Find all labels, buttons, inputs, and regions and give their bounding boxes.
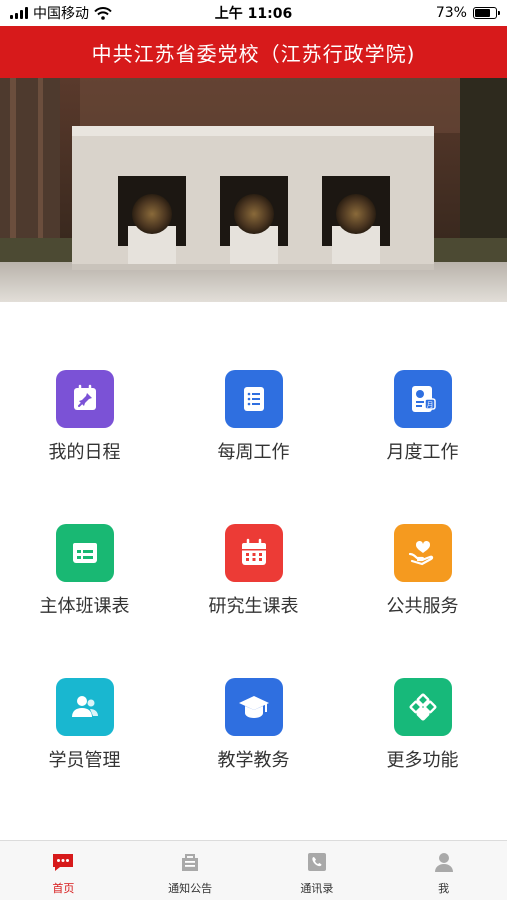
weekly-list-icon — [224, 370, 283, 428]
phone-book-icon — [307, 853, 326, 871]
app-header: 中共江苏省委党校（江苏行政学院) — [0, 26, 507, 78]
wifi-icon — [94, 6, 112, 20]
users-icon — [55, 678, 114, 736]
notice-icon — [182, 854, 199, 871]
battery-percent: 73% — [435, 5, 467, 21]
grid-label: 学员管理 — [48, 750, 121, 771]
grid-item-teaching-affairs[interactable]: 教学教务 — [169, 678, 338, 832]
monthly-document-icon: 月 — [393, 370, 452, 428]
grid-label: 更多功能 — [386, 750, 459, 771]
tab-label: 通知公告 — [168, 882, 213, 895]
graduation-cap-icon — [224, 678, 283, 736]
tab-label: 通讯录 — [300, 882, 334, 895]
grid-item-weekly-work[interactable]: 每周工作 — [169, 370, 338, 524]
tab-notices[interactable]: 通知公告 — [127, 841, 254, 900]
grid-item-more-functions[interactable]: 更多功能 — [338, 678, 507, 832]
status-time: 上午 11:06 — [214, 6, 293, 22]
grid-label: 公共服务 — [386, 596, 459, 617]
grid-item-main-class-schedule[interactable]: 主体班课表 — [0, 524, 169, 678]
home-chat-icon — [53, 854, 74, 871]
profile-icon — [434, 853, 453, 872]
function-grid: 我的日程 每周工作 月 月度工作 主体班课表 研究生课表 公共服务 学员管理 教… — [0, 370, 507, 832]
calendar-icon — [224, 524, 283, 582]
banner-image — [0, 78, 507, 302]
grid-item-graduate-schedule[interactable]: 研究生课表 — [169, 524, 338, 678]
grid-item-monthly-work[interactable]: 月 月度工作 — [338, 370, 507, 524]
more-diamond-icon — [393, 678, 452, 736]
grid-item-public-service[interactable]: 公共服务 — [338, 524, 507, 678]
grid-label: 主体班课表 — [39, 596, 130, 617]
svg-text:月: 月 — [426, 401, 433, 409]
grid-label: 我的日程 — [48, 442, 121, 463]
schedule-pin-icon — [55, 370, 114, 428]
hand-heart-icon — [393, 524, 452, 582]
battery-icon — [472, 7, 500, 19]
tab-contacts[interactable]: 通讯录 — [254, 841, 381, 900]
carrier-name: 中国移动 — [33, 6, 89, 22]
grid-item-student-management[interactable]: 学员管理 — [0, 678, 169, 832]
bottom-tab-bar: 首页 通知公告 通讯录 我 — [0, 840, 507, 900]
class-table-icon — [55, 524, 114, 582]
grid-label: 每周工作 — [217, 442, 290, 463]
tab-me[interactable]: 我 — [380, 841, 507, 900]
status-bar: 中国移动 上午 11:06 73% — [0, 0, 507, 26]
page-title: 中共江苏省委党校（江苏行政学院) — [91, 41, 416, 66]
grid-label: 教学教务 — [217, 750, 290, 771]
tab-label: 首页 — [52, 882, 75, 895]
grid-item-my-schedule[interactable]: 我的日程 — [0, 370, 169, 524]
tab-home[interactable]: 首页 — [0, 841, 127, 900]
grid-label: 研究生课表 — [208, 596, 299, 617]
signal-icon — [10, 7, 28, 19]
grid-label: 月度工作 — [386, 442, 459, 463]
tab-label: 我 — [438, 882, 450, 895]
